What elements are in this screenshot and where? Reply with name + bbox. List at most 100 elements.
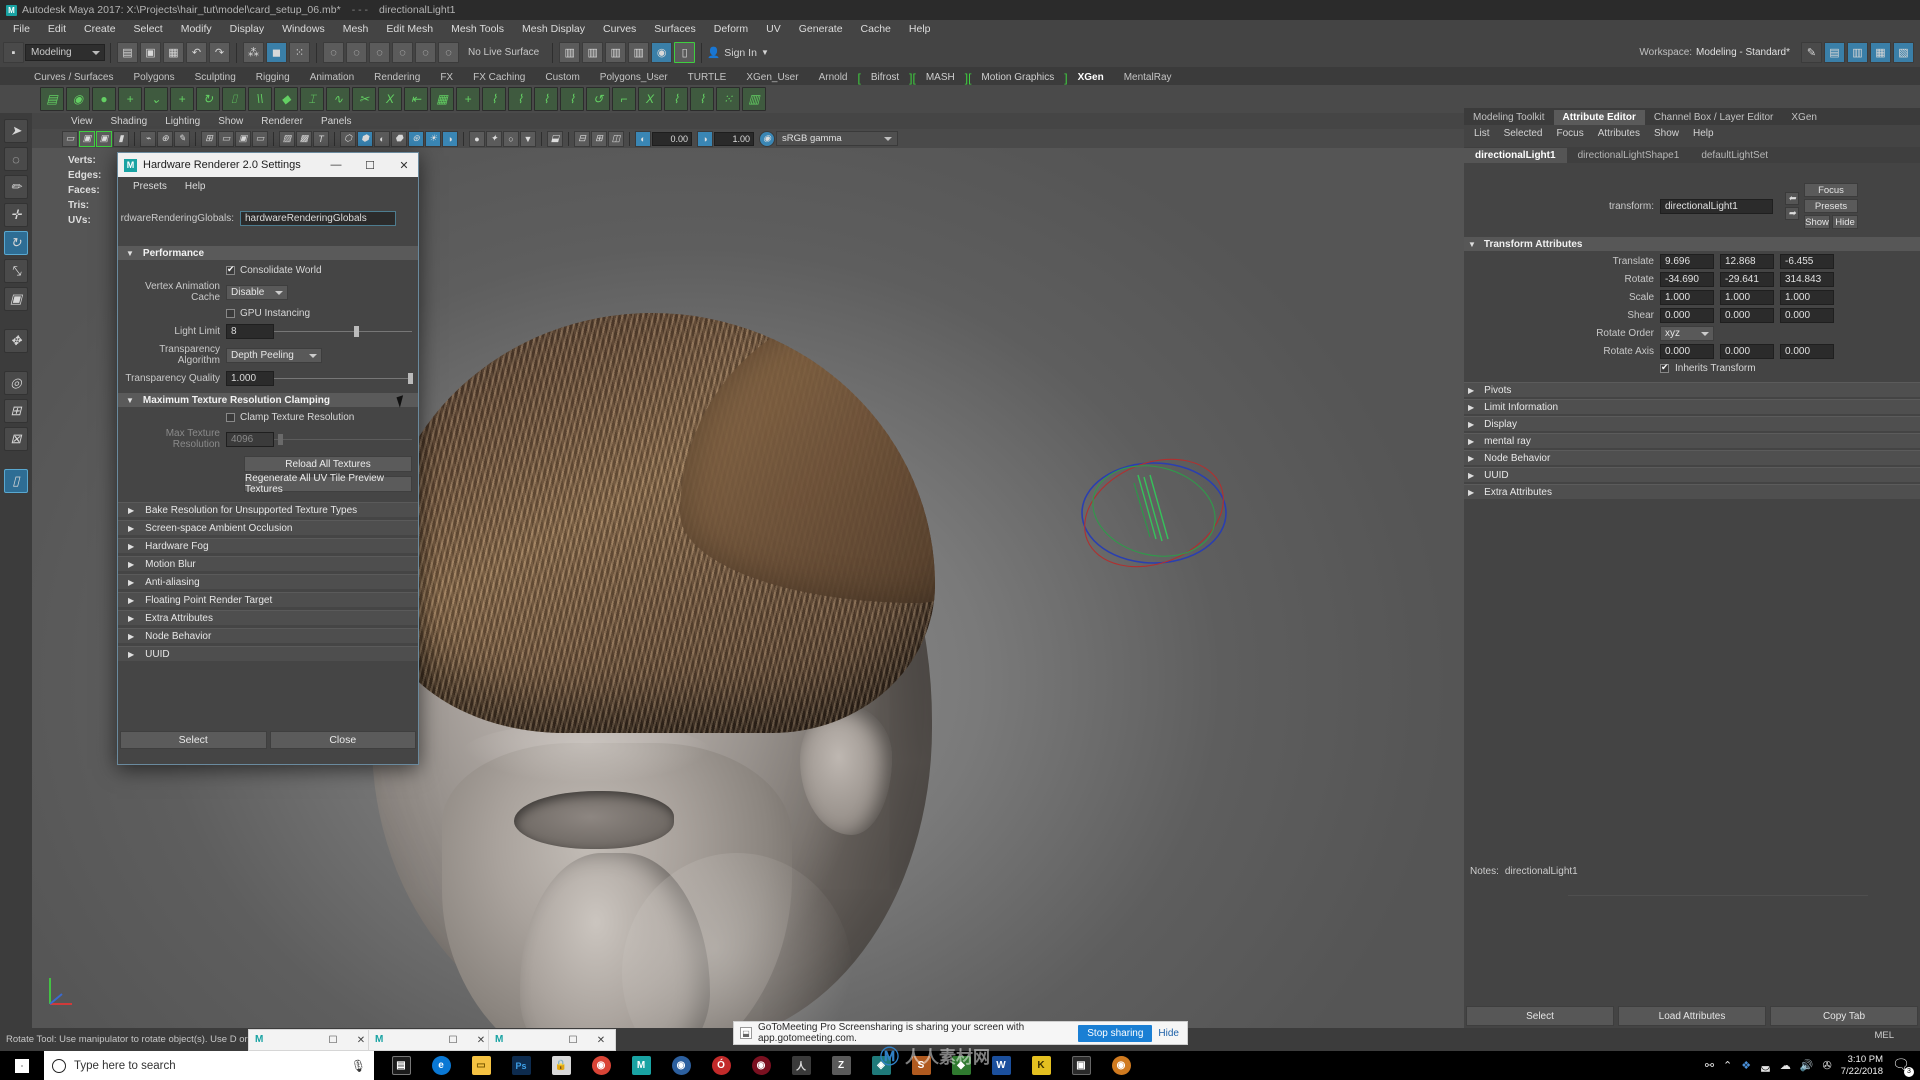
show-manip-tool[interactable]: ⊠	[4, 427, 28, 451]
shadows-icon[interactable]: ◑	[442, 130, 458, 147]
attribute-editor-panel[interactable]: Modeling Toolkit Attribute Editor Channe…	[1464, 108, 1920, 1028]
camera-attributes-icon[interactable]: ▣	[96, 130, 112, 147]
attr-row-inherits-transform[interactable]: Inherits Transform	[1464, 362, 1920, 374]
menu-cache[interactable]: Cache	[852, 22, 900, 36]
row-clamp-texture-resolution[interactable]: Clamp Texture Resolution	[118, 412, 418, 423]
node-tab-bar[interactable]: directionalLight1 directionalLightShape1…	[1464, 147, 1920, 163]
attr-row-translate[interactable]: Translate 9.696 12.868 -6.455	[1464, 254, 1920, 269]
xgen-noise-icon[interactable]: ∿	[326, 87, 350, 111]
viewport-menu-bar[interactable]: View Shading Lighting Show Renderer Pane…	[32, 113, 1464, 129]
command-line-mel-label[interactable]: MEL	[1874, 1030, 1894, 1041]
dialog-menu-bar[interactable]: Presets Help	[118, 177, 418, 195]
dialog-close-button[interactable]: Close	[269, 731, 416, 749]
panel-layout-1-icon[interactable]: ▤	[1824, 42, 1845, 63]
tab-xgen[interactable]: XGen	[1782, 110, 1826, 125]
rotate-axis-y-input[interactable]: 0.000	[1720, 344, 1774, 359]
light-rotate-manipulator[interactable]	[1072, 453, 1237, 573]
taskbar-window-preview[interactable]: M ☐ ✕	[248, 1029, 376, 1051]
maximize-icon[interactable]: ☐	[559, 1035, 587, 1046]
xgen-cache-icon[interactable]: ⌇	[534, 87, 558, 111]
rotate-order-dropdown[interactable]: xyz	[1660, 326, 1714, 341]
app-red-icon[interactable]: Ó	[702, 1051, 740, 1080]
volume-icon[interactable]: 🔊	[1800, 1059, 1814, 1072]
multisample-icon[interactable]: ⊞	[591, 130, 607, 147]
ae-menu-show[interactable]: Show	[1647, 128, 1686, 139]
image-plane-icon[interactable]: ⌁	[140, 130, 156, 147]
rotate-z-input[interactable]: 314.843	[1780, 272, 1834, 287]
shelf-tab-motion-graphics[interactable]: Motion Graphics	[971, 70, 1064, 85]
chevron-up-icon[interactable]: ⌃	[1723, 1059, 1732, 1072]
ae-menu-focus[interactable]: Focus	[1549, 128, 1590, 139]
snap-align-tool[interactable]: ◎	[4, 371, 28, 395]
node-tab-default-light-set[interactable]: defaultLightSet	[1690, 148, 1779, 163]
shelf-tab-turtle[interactable]: TURTLE	[678, 70, 737, 85]
bookmark-icon[interactable]: ▮	[113, 130, 129, 147]
app-orange-icon[interactable]: ◉	[1102, 1051, 1140, 1080]
transparency-quality-input[interactable]: 1.000	[226, 371, 274, 386]
scale-y-input[interactable]: 1.000	[1720, 290, 1774, 305]
xgen-rotate-icon[interactable]: ↻	[196, 87, 220, 111]
no-light-icon[interactable]: ○	[503, 130, 519, 147]
translate-x-input[interactable]: 9.696	[1660, 254, 1714, 269]
share-icon[interactable]: ⚯	[1705, 1059, 1714, 1072]
scale-z-input[interactable]: 1.000	[1780, 290, 1834, 305]
transparency-quality-slider[interactable]	[274, 372, 413, 385]
xgen-lock-icon[interactable]: ⌷	[222, 87, 246, 111]
xgen-add-icon[interactable]: +	[170, 87, 194, 111]
dialog-select-button[interactable]: Select	[120, 731, 267, 749]
xgen-import-icon[interactable]: ⇤	[404, 87, 428, 111]
light-limit-slider[interactable]	[274, 325, 412, 338]
xgen-delete-icon[interactable]: X	[638, 87, 662, 111]
stop-sharing-button[interactable]: Stop sharing	[1078, 1024, 1153, 1042]
shelf-tab-sculpting[interactable]: Sculpting	[185, 70, 246, 85]
shelf-tab-rendering[interactable]: Rendering	[364, 70, 430, 85]
redo-icon[interactable]: ↷	[209, 42, 230, 63]
close-icon[interactable]: ✕	[587, 1035, 615, 1046]
panel-layout-4-icon[interactable]: ▧	[1893, 42, 1914, 63]
section-mental-ray[interactable]: ▶ mental ray	[1464, 433, 1920, 448]
shelf-tab-mash[interactable]: MASH	[916, 70, 965, 85]
menu-create[interactable]: Create	[75, 22, 125, 36]
menu-edit[interactable]: Edit	[39, 22, 75, 36]
xgen-modifier-icon[interactable]: ⌇	[508, 87, 532, 111]
taskbar-clock[interactable]: 3:10 PM 7/22/2018	[1841, 1054, 1883, 1078]
gamma-value[interactable]: 1.00	[714, 131, 754, 146]
panel-layout-3-icon[interactable]: ▦	[1870, 42, 1891, 63]
snap-to-projected-center-icon[interactable]: ◌	[392, 42, 413, 63]
dialog-section-texture-clamping[interactable]: ▼ Maximum Texture Resolution Clamping	[118, 393, 418, 407]
resolution-gate-icon[interactable]: ▣	[235, 130, 251, 147]
menu-modify[interactable]: Modify	[172, 22, 221, 36]
reload-all-textures-button[interactable]: Reload All Textures	[244, 456, 412, 472]
shelf-tab-bar[interactable]: Curves / Surfaces Polygons Sculpting Rig…	[0, 67, 1920, 85]
grid-tool[interactable]: ⊞	[4, 399, 28, 423]
show-button[interactable]: Show	[1804, 215, 1830, 229]
snap-to-point-icon[interactable]: ◌	[369, 42, 390, 63]
viewport-menu-renderer[interactable]: Renderer	[252, 116, 312, 127]
attr-row-rotate-order[interactable]: Rotate Order xyz	[1464, 326, 1920, 341]
xgen-groom-icon[interactable]: ◉	[66, 87, 90, 111]
tab-modeling-toolkit[interactable]: Modeling Toolkit	[1464, 110, 1554, 125]
row-transparency-quality[interactable]: Transparency Quality 1.000	[118, 371, 418, 386]
workspace-edit-icon[interactable]: ✎	[1801, 42, 1822, 63]
xgen-bake-icon[interactable]: ⌇	[560, 87, 584, 111]
consolidate-world-checkbox[interactable]	[226, 264, 235, 275]
new-scene-icon[interactable]: ▤	[117, 42, 138, 63]
viewport-menu-view[interactable]: View	[62, 116, 102, 127]
make-live-icon[interactable]: ◌	[438, 42, 459, 63]
row-light-limit[interactable]: Light Limit 8	[118, 324, 418, 339]
workspace-value[interactable]: Modeling - Standard*	[1696, 47, 1800, 58]
bluetooth-icon[interactable]: ✇	[1823, 1059, 1832, 1072]
microphone-icon[interactable]: 🎙	[351, 1059, 366, 1073]
chrome-icon[interactable]: ◉	[582, 1051, 620, 1080]
undo-icon[interactable]: ↶	[186, 42, 207, 63]
wireframe-icon[interactable]: ⬡	[340, 130, 356, 147]
smooth-shade-icon[interactable]: ⬢	[357, 130, 373, 147]
xgen-render-icon[interactable]: ▥	[742, 87, 766, 111]
rotate-tool[interactable]: ↻	[4, 231, 28, 255]
exposure-icon[interactable]: ◐	[635, 130, 651, 147]
xgen-bend-icon[interactable]: ⌐	[612, 87, 636, 111]
row-vertex-animation-cache[interactable]: Vertex Animation Cache Disable	[118, 281, 418, 303]
system-tray[interactable]: ⚯ ⌃ ❖ ◛ ☁ 🔊 ✇ 3:10 PM 7/22/2018 🗨 3	[1705, 1051, 1920, 1080]
xgen-guide-tool-icon[interactable]: ⌄	[144, 87, 168, 111]
dialog-menu-presets[interactable]: Presets	[124, 181, 176, 192]
